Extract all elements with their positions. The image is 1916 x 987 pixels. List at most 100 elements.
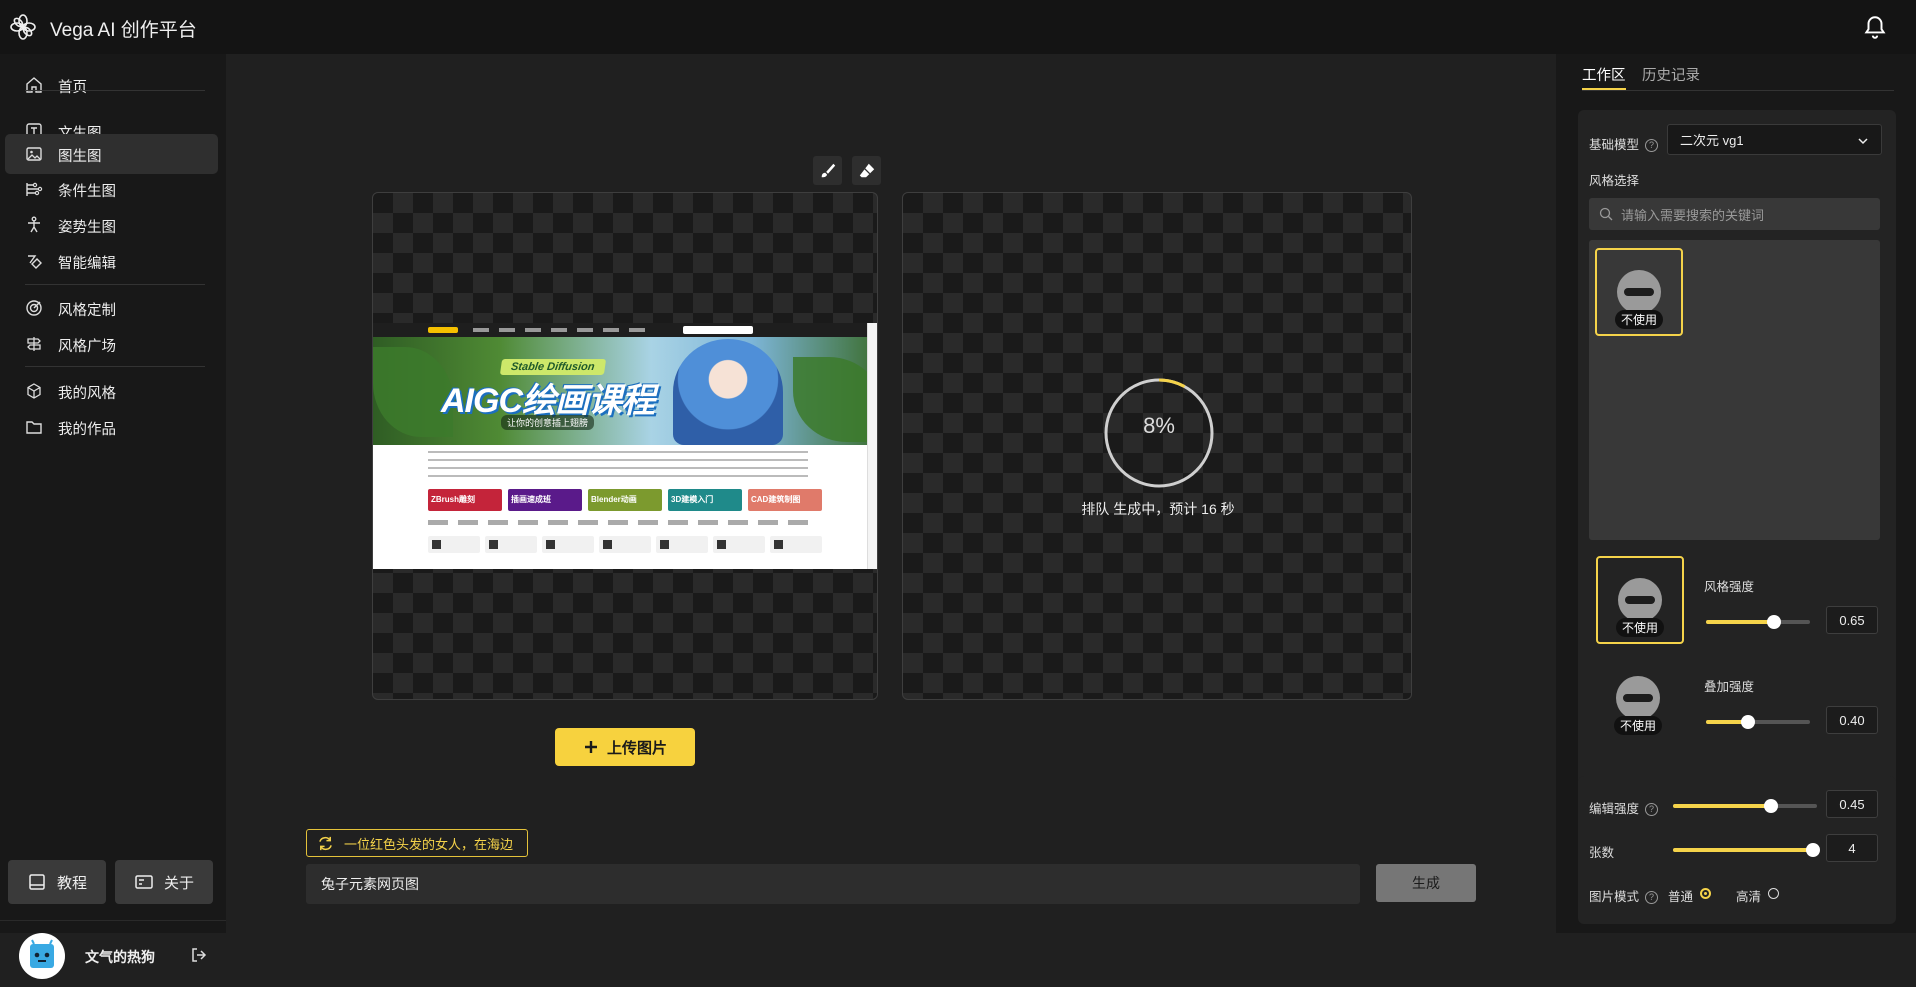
mode-radio-normal[interactable] bbox=[1700, 888, 1711, 899]
style-search-input[interactable]: 请输入需要搜索的关键词 bbox=[1589, 198, 1880, 230]
result-canvas: 8% 排队 生成中，预计 16 秒 bbox=[902, 192, 1412, 700]
sidebar: 首页 文生图 图生图 条件生图 姿势生图 智能编辑 风格定制 风格广场 我的风格… bbox=[0, 54, 226, 979]
preview-card: Blender动画 bbox=[588, 489, 662, 511]
edit-strength-label: 编辑强度? bbox=[1589, 798, 1659, 817]
style-strength-slider[interactable] bbox=[1706, 615, 1810, 629]
sidebar-item-label: 姿势生图 bbox=[58, 220, 116, 236]
preview-chip bbox=[542, 536, 594, 553]
base-model-select[interactable]: 二次元 vg1 bbox=[1667, 124, 1882, 155]
avatar[interactable] bbox=[19, 933, 65, 979]
preview-chip bbox=[485, 536, 537, 553]
sidebar-item-smart-edit[interactable]: 智能编辑 bbox=[5, 241, 218, 281]
sidebar-item-label: 风格定制 bbox=[58, 303, 116, 319]
mode-option-normal[interactable]: 普通 bbox=[1668, 886, 1693, 905]
tab-workspace[interactable]: 工作区 bbox=[1582, 64, 1626, 85]
suggestion-text: 一位红色头发的女人，在海边 bbox=[344, 836, 514, 852]
style-strength-label: 风格强度 bbox=[1704, 580, 1755, 594]
sidebar-item-condition[interactable]: 条件生图 bbox=[5, 169, 218, 209]
user-info: 文气的热狗 bbox=[0, 920, 226, 987]
bell-icon[interactable] bbox=[1862, 14, 1888, 40]
help-icon[interactable]: ? bbox=[1645, 803, 1659, 817]
search-placeholder: 请输入需要搜索的关键词 bbox=[1621, 207, 1765, 223]
style-strength-option-none[interactable]: 不使用 bbox=[1596, 556, 1684, 644]
overlay-strength-label: 叠加强度 bbox=[1704, 680, 1755, 694]
preview-nav bbox=[373, 323, 877, 337]
upload-image-button[interactable]: 上传图片 bbox=[555, 728, 695, 766]
generate-button[interactable]: 生成 bbox=[1376, 864, 1476, 902]
sidebar-item-my-style[interactable]: 我的风格 bbox=[5, 371, 218, 411]
source-image-canvas[interactable]: Stable Diffusion AIGC绘画课程 让你的创意插上翅膀 ZBru… bbox=[372, 192, 878, 700]
no-use-label: 不使用 bbox=[1614, 716, 1663, 735]
eraser-button[interactable] bbox=[852, 156, 881, 185]
preview-chip bbox=[770, 536, 822, 553]
preview-card: CAD建筑制图 bbox=[748, 489, 822, 511]
overlay-strength-slider[interactable] bbox=[1706, 715, 1810, 729]
brush-button[interactable] bbox=[813, 156, 842, 185]
slider-knob[interactable] bbox=[1741, 715, 1755, 729]
about-label: 关于 bbox=[163, 874, 194, 892]
logout-icon[interactable] bbox=[190, 946, 208, 964]
no-entry-icon bbox=[1616, 676, 1660, 720]
plus-icon bbox=[584, 741, 597, 753]
about-button[interactable]: 关于 bbox=[115, 860, 213, 904]
style-strength-input[interactable]: 0.65 bbox=[1826, 606, 1878, 634]
sidebar-item-home[interactable]: 首页 bbox=[5, 65, 218, 105]
sidebar-item-style-custom[interactable]: 风格定制 bbox=[5, 288, 218, 328]
leaf-decoration bbox=[793, 357, 877, 442]
sidebar-item-label: 我的作品 bbox=[58, 422, 116, 438]
preview-chip bbox=[656, 536, 708, 553]
slider-knob[interactable] bbox=[1764, 799, 1778, 813]
sidebar-item-style-plaza[interactable]: 风格广场 bbox=[5, 324, 218, 364]
edit-strength-input[interactable]: 0.45 bbox=[1826, 790, 1878, 818]
slider-fill bbox=[1673, 804, 1771, 808]
sidebar-item-my-works[interactable]: 我的作品 bbox=[5, 407, 218, 447]
preview-banner: Stable Diffusion AIGC绘画课程 让你的创意插上翅膀 bbox=[373, 337, 877, 445]
anime-girl-illustration bbox=[673, 339, 783, 445]
vega-logo-icon[interactable] bbox=[8, 12, 38, 42]
canvas-toolbar bbox=[813, 156, 881, 185]
sidebar-item-label: 我的风格 bbox=[58, 386, 116, 402]
image-mode-label: 图片模式? bbox=[1589, 886, 1659, 905]
preview-chip bbox=[599, 536, 651, 553]
preview-scrollbar bbox=[867, 323, 877, 569]
prompt-suggestion[interactable]: 一位红色头发的女人，在海边 bbox=[306, 829, 529, 857]
tab-history[interactable]: 历史记录 bbox=[1642, 64, 1700, 85]
no-entry-icon bbox=[1618, 578, 1662, 622]
mode-option-hd[interactable]: 高清 bbox=[1736, 886, 1761, 905]
username: 文气的热狗 bbox=[85, 949, 155, 965]
preview-nav-links bbox=[473, 328, 653, 332]
sidebar-item-label: 智能编辑 bbox=[58, 256, 116, 272]
base-model-label: 基础模型? bbox=[1589, 134, 1659, 153]
edit-strength-slider[interactable] bbox=[1673, 799, 1817, 813]
help-icon[interactable]: ? bbox=[1645, 139, 1659, 153]
divider bbox=[25, 366, 205, 367]
slider-knob[interactable] bbox=[1767, 615, 1781, 629]
mode-radio-hd[interactable] bbox=[1768, 888, 1779, 899]
help-icon[interactable]: ? bbox=[1645, 891, 1659, 905]
style-option-none[interactable]: 不使用 bbox=[1595, 248, 1683, 336]
divider bbox=[25, 284, 205, 285]
count-label: 张数 bbox=[1589, 846, 1615, 860]
cube-icon bbox=[27, 383, 41, 399]
sidebar-item-pose[interactable]: 姿势生图 bbox=[5, 205, 218, 245]
upload-label: 上传图片 bbox=[606, 739, 667, 757]
sidebar-item-label: 风格广场 bbox=[58, 339, 116, 355]
tutorial-button[interactable]: 教程 bbox=[8, 860, 106, 904]
eraser-icon bbox=[859, 163, 874, 177]
preview-text-lines bbox=[428, 520, 808, 525]
no-entry-icon bbox=[1617, 270, 1661, 314]
count-slider[interactable] bbox=[1673, 843, 1820, 857]
preview-card: 插画速成班 bbox=[508, 489, 582, 511]
prompt-input[interactable]: 兔子元素网页图 bbox=[306, 864, 1360, 904]
slider-knob[interactable] bbox=[1806, 843, 1820, 857]
sidebar-item-img2img[interactable]: 图生图 bbox=[5, 134, 218, 174]
overlay-option-none[interactable]: 不使用 bbox=[1596, 656, 1684, 744]
count-input[interactable]: 4 bbox=[1826, 834, 1878, 862]
overlay-strength-input[interactable]: 0.40 bbox=[1826, 706, 1878, 734]
image-icon bbox=[26, 147, 42, 161]
progress-percent: 8% bbox=[1143, 413, 1175, 438]
brush-icon bbox=[821, 163, 835, 177]
banner-subtitle: 让你的创意插上翅膀 bbox=[501, 415, 595, 430]
tab-active-indicator bbox=[1582, 88, 1626, 90]
style-select-label: 风格选择 bbox=[1589, 174, 1640, 188]
